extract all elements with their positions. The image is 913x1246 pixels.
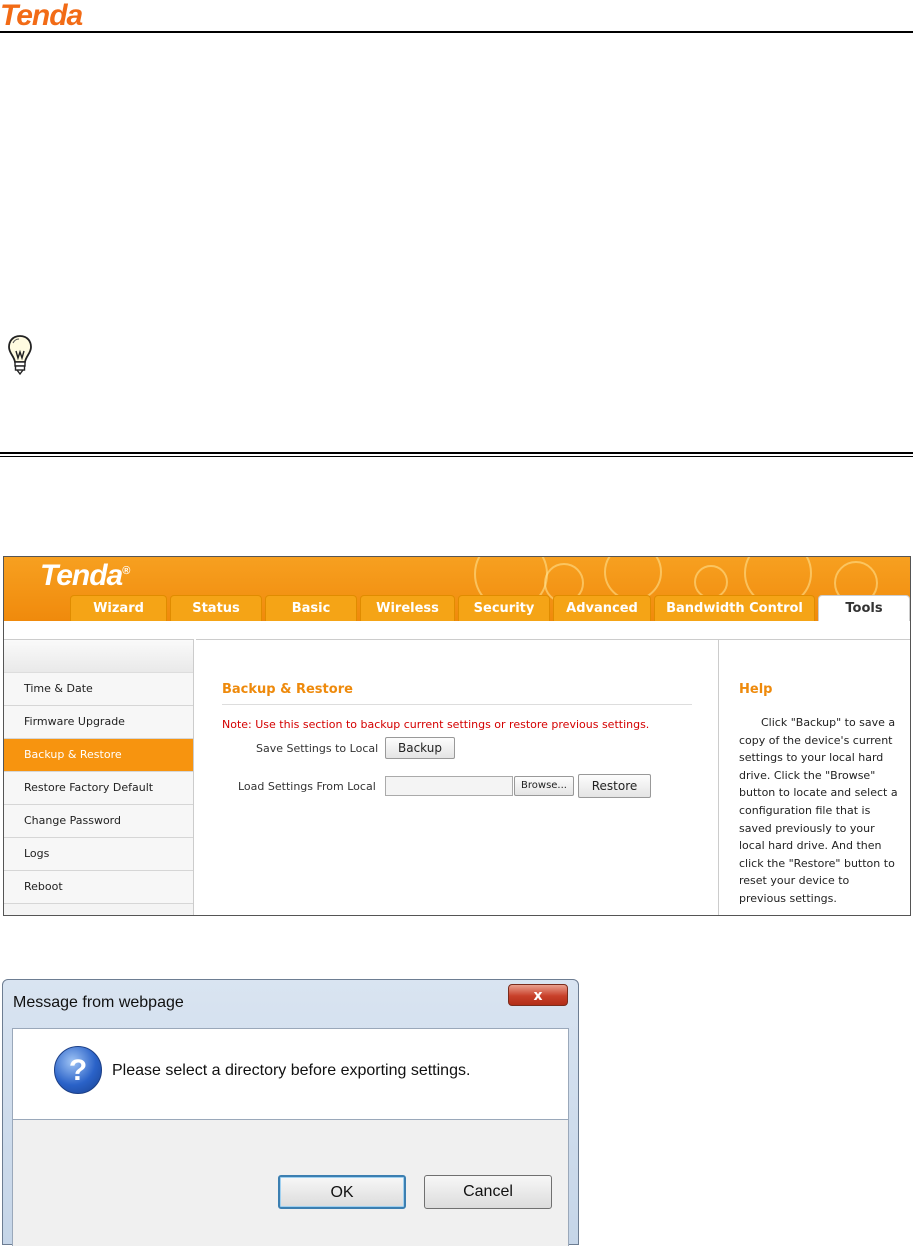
- tools-sidebar: Time & Date Firmware Upgrade Backup & Re…: [4, 639, 194, 915]
- router-logo-text: Tenda: [40, 559, 123, 592]
- section-rule-bottom: [0, 456, 913, 457]
- sidebar-item-change-password[interactable]: Change Password: [4, 805, 193, 838]
- help-title: Help: [739, 682, 773, 697]
- sidebar-item-logs[interactable]: Logs: [4, 838, 193, 871]
- tab-tools[interactable]: Tools: [818, 595, 910, 621]
- load-settings-label: Load Settings From Local: [238, 780, 376, 793]
- backup-restore-panel: Backup & Restore Note: Use this section …: [196, 639, 718, 915]
- router-logo: Tenda®: [40, 559, 130, 593]
- dialog-button-bar: OK Cancel: [12, 1120, 569, 1246]
- tab-basic[interactable]: Basic: [265, 595, 357, 621]
- title-divider: [222, 704, 692, 705]
- help-panel: Help Click "Backup" to save a copy of th…: [718, 639, 910, 915]
- close-icon[interactable]: x: [508, 984, 568, 1006]
- sidebar-item-backup-restore[interactable]: Backup & Restore: [4, 739, 193, 772]
- lightbulb-tip-icon: [8, 335, 32, 376]
- tab-status[interactable]: Status: [170, 595, 262, 621]
- help-text: Click "Backup" to save a copy of the dev…: [739, 716, 898, 905]
- ok-button[interactable]: OK: [278, 1175, 406, 1209]
- dialog-body: ? Please select a directory before expor…: [12, 1028, 569, 1120]
- save-settings-label: Save Settings to Local: [256, 742, 379, 755]
- dialog-message: Please select a directory before exporti…: [112, 1062, 471, 1079]
- cancel-button[interactable]: Cancel: [424, 1175, 552, 1209]
- tab-bandwidth-control[interactable]: Bandwidth Control: [654, 595, 815, 621]
- tab-security[interactable]: Security: [458, 595, 550, 621]
- section-rule-top: [0, 452, 913, 454]
- decor-bubble: [694, 565, 728, 599]
- tab-wireless[interactable]: Wireless: [360, 595, 455, 621]
- page-title: Backup & Restore: [222, 682, 353, 697]
- sidebar-item-reboot[interactable]: Reboot: [4, 871, 193, 904]
- question-icon: ?: [54, 1046, 102, 1094]
- browse-button[interactable]: Browse...: [514, 776, 574, 796]
- dialog-title: Message from webpage: [13, 994, 184, 1011]
- config-file-input[interactable]: [385, 776, 513, 796]
- document-logo: Tenda: [0, 0, 83, 32]
- router-header: Tenda® Wizard Status Basic Wireless Secu…: [4, 557, 910, 621]
- sidebar-item-firmware-upgrade[interactable]: Firmware Upgrade: [4, 706, 193, 739]
- section-note: Note: Use this section to backup current…: [222, 718, 650, 731]
- tab-wizard[interactable]: Wizard: [70, 595, 167, 621]
- registered-mark: ®: [122, 565, 130, 577]
- message-dialog: Message from webpage x ? Please select a…: [2, 979, 579, 1246]
- tab-advanced[interactable]: Advanced: [553, 595, 651, 621]
- sidebar-header: [4, 640, 193, 673]
- sidebar-item-restore-factory-default[interactable]: Restore Factory Default: [4, 772, 193, 805]
- restore-button[interactable]: Restore: [578, 774, 651, 798]
- backup-button[interactable]: Backup: [385, 737, 455, 759]
- header-rule: [0, 31, 913, 33]
- sidebar-item-time-date[interactable]: Time & Date: [4, 673, 193, 706]
- router-admin-window: Tenda® Wizard Status Basic Wireless Secu…: [3, 556, 911, 916]
